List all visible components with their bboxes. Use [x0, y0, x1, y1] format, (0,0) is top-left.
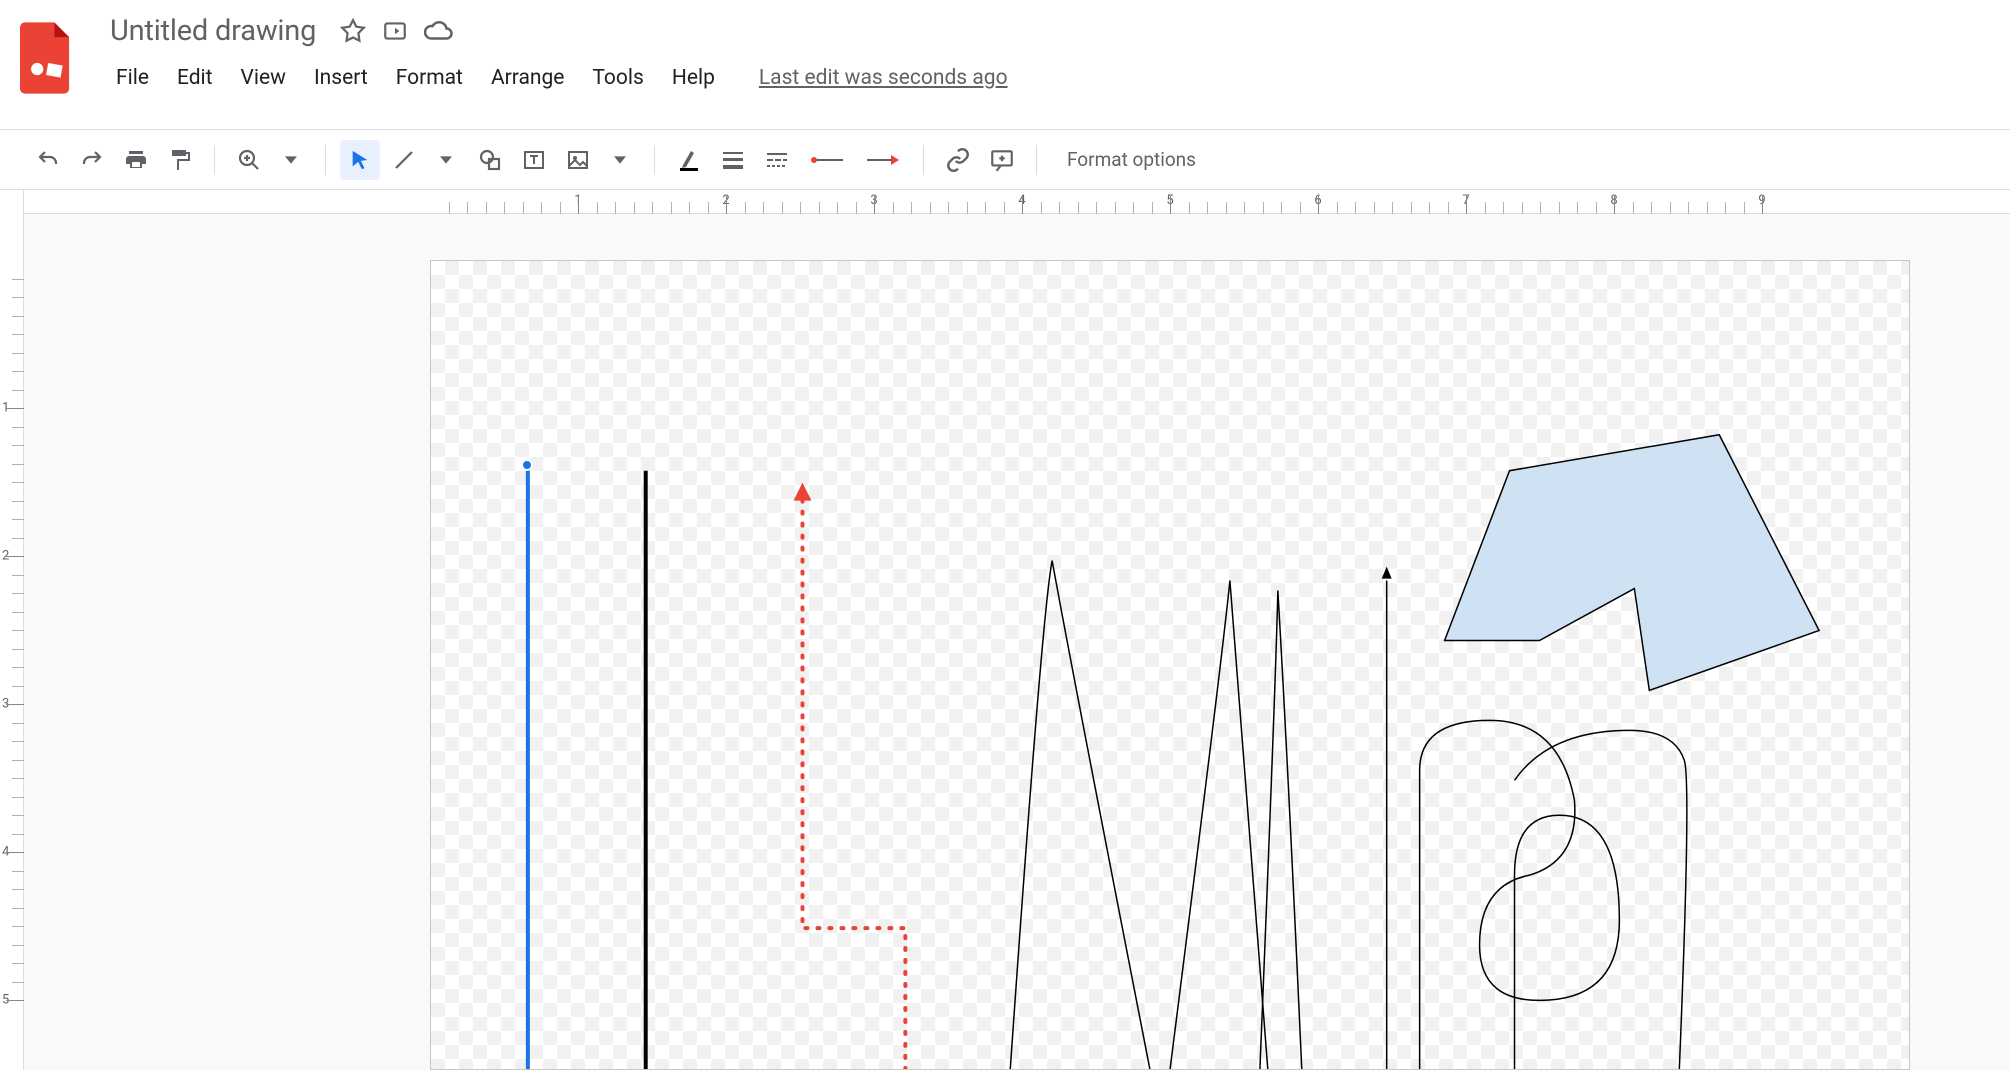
- curve-2[interactable]: [1170, 581, 1268, 1070]
- cloud-saved-icon[interactable]: [424, 18, 454, 44]
- curve-1[interactable]: [1010, 561, 1150, 1070]
- select-tool-button[interactable]: [340, 140, 380, 180]
- star-icon[interactable]: [340, 18, 366, 44]
- document-title[interactable]: Untitled drawing: [102, 10, 324, 52]
- arrow-line[interactable]: [1382, 567, 1392, 1070]
- toolbar-separator: [214, 145, 215, 175]
- insert-comment-button[interactable]: [982, 140, 1022, 180]
- zoom-button[interactable]: [229, 140, 269, 180]
- redo-button[interactable]: [72, 140, 112, 180]
- line-start-button[interactable]: [801, 140, 853, 180]
- insert-link-button[interactable]: [938, 140, 978, 180]
- menu-edit[interactable]: Edit: [163, 60, 227, 96]
- image-tool-button[interactable]: [558, 140, 598, 180]
- toolbar-separator: [654, 145, 655, 175]
- curve-3[interactable]: [1260, 591, 1302, 1070]
- menu-file[interactable]: File: [102, 60, 163, 96]
- menu-arrange[interactable]: Arrange: [477, 60, 578, 96]
- selection-handle[interactable]: [521, 459, 533, 471]
- toolbar-separator: [923, 145, 924, 175]
- workspace: 123456789 12345: [0, 190, 2010, 1070]
- header: Untitled drawing File Edit View Insert F…: [0, 0, 2010, 130]
- move-icon[interactable]: [382, 18, 408, 44]
- horizontal-ruler: 123456789: [0, 190, 2010, 214]
- line-color-button[interactable]: [669, 140, 709, 180]
- undo-button[interactable]: [28, 140, 68, 180]
- elbow-arrow[interactable]: [794, 483, 906, 1070]
- paint-format-button[interactable]: [160, 140, 200, 180]
- zoom-dropdown[interactable]: [271, 140, 311, 180]
- image-tool-dropdown[interactable]: [600, 140, 640, 180]
- menu-insert[interactable]: Insert: [300, 60, 382, 96]
- toolbar-separator: [1036, 145, 1037, 175]
- toolbar: Format options: [0, 130, 2010, 190]
- line-dash-button[interactable]: [757, 140, 797, 180]
- line-tool-dropdown[interactable]: [426, 140, 466, 180]
- toolbar-separator: [325, 145, 326, 175]
- menu-view[interactable]: View: [227, 60, 300, 96]
- menu-format[interactable]: Format: [382, 60, 477, 96]
- shape-tool-button[interactable]: [470, 140, 510, 180]
- drawing-content: [431, 261, 1909, 1070]
- menu-help[interactable]: Help: [658, 60, 729, 96]
- print-button[interactable]: [116, 140, 156, 180]
- textbox-tool-button[interactable]: [514, 140, 554, 180]
- polygon-shape[interactable]: [1445, 435, 1819, 691]
- scribble-shape[interactable]: [1420, 720, 1687, 1070]
- line-tool-button[interactable]: [384, 140, 424, 180]
- line-end-button[interactable]: [857, 140, 909, 180]
- last-edit-link[interactable]: Last edit was seconds ago: [759, 66, 1008, 90]
- drawing-canvas[interactable]: [430, 260, 1910, 1070]
- vertical-ruler: 12345: [0, 190, 24, 1070]
- menu-tools[interactable]: Tools: [578, 60, 657, 96]
- title-row: Untitled drawing: [102, 10, 1008, 52]
- app-logo[interactable]: [20, 22, 74, 94]
- format-options-button[interactable]: Format options: [1051, 148, 1212, 171]
- menu-bar: File Edit View Insert Format Arrange Too…: [102, 60, 1008, 96]
- line-weight-button[interactable]: [713, 140, 753, 180]
